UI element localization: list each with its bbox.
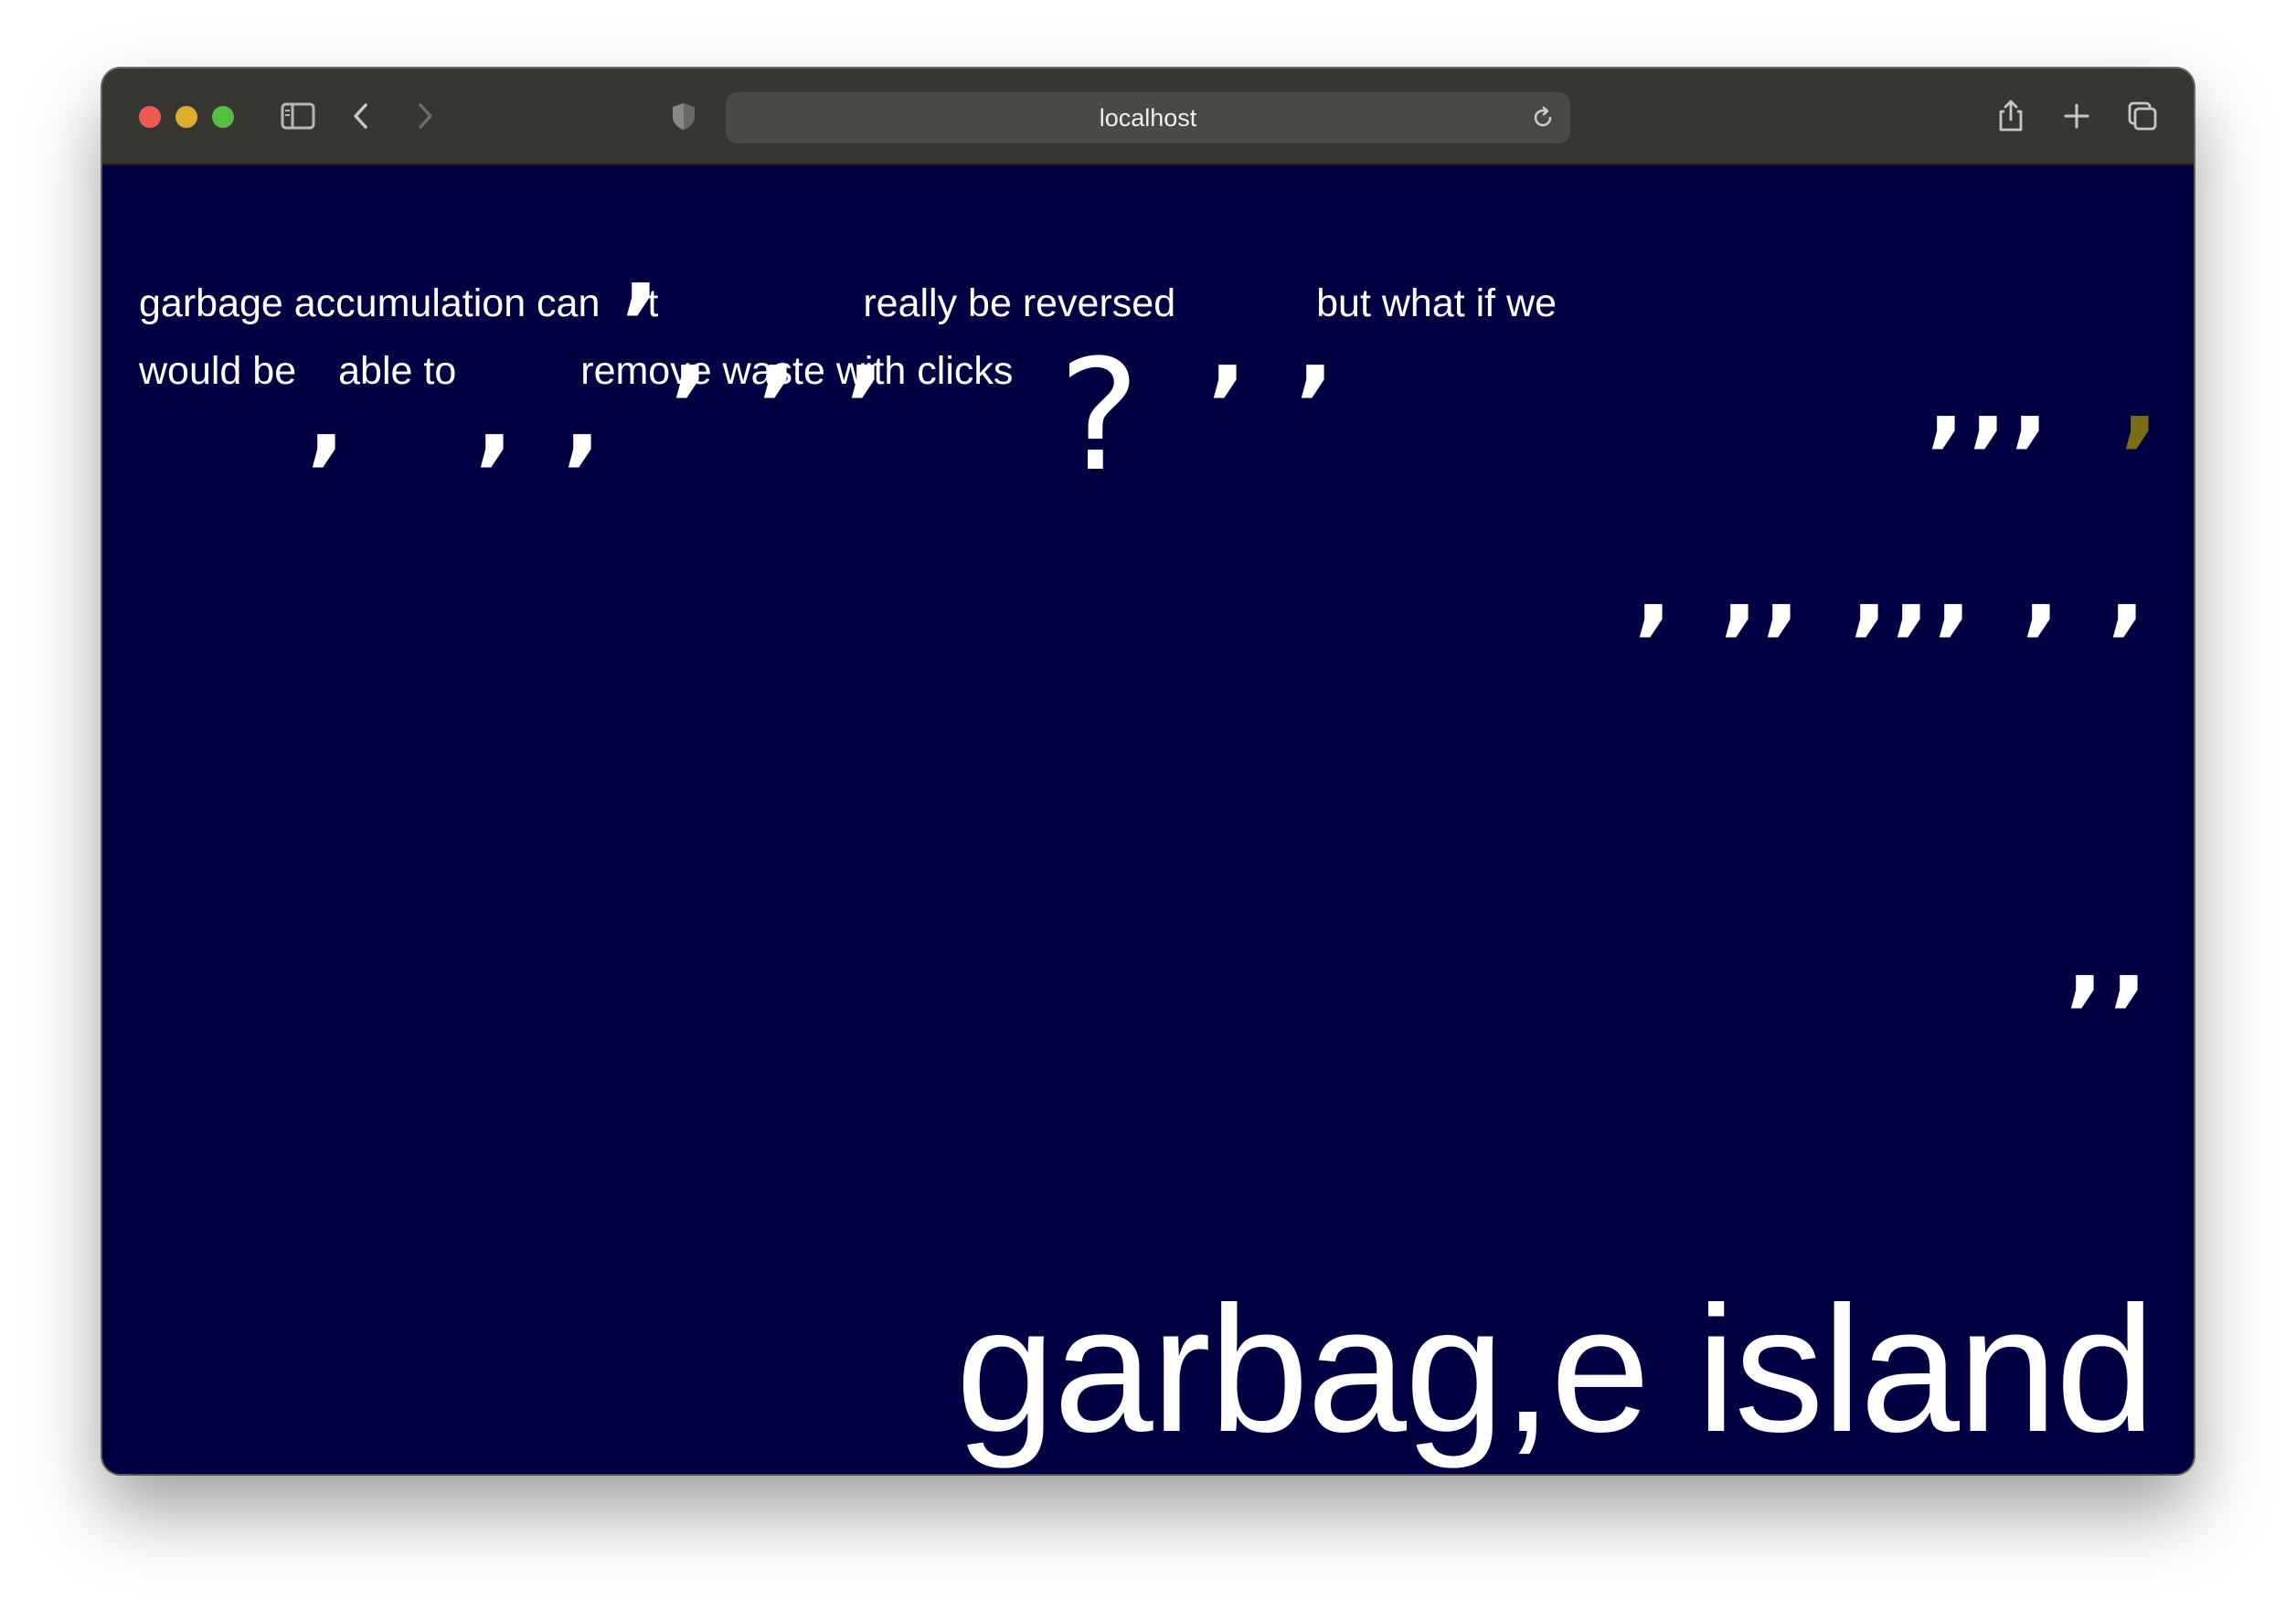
- comma-waste[interactable]: ,: [1208, 299, 1247, 399]
- tabs-overview-icon[interactable]: [2122, 96, 2163, 136]
- chevron-right-icon[interactable]: [404, 96, 444, 136]
- comma-waste[interactable]: ,: [2022, 538, 2060, 639]
- paragraph-line-2: would be able to remove waste with clicks: [139, 337, 1748, 405]
- intro-paragraph: garbage accumulation can t really be rever…: [139, 270, 1748, 405]
- comma-waste[interactable]: ,: [1720, 538, 1759, 639]
- close-window-button[interactable]: [139, 106, 161, 128]
- comma-waste[interactable]: ,: [1762, 538, 1801, 639]
- comma-waste[interactable]: ,: [1296, 299, 1334, 399]
- url-text: localhost: [1099, 104, 1197, 132]
- question-mark: ?: [1058, 326, 1141, 505]
- text-fragment: really be reversed: [863, 281, 1176, 325]
- text-fragment: but what if we: [1316, 281, 1557, 325]
- comma-waste[interactable]: ,: [1892, 538, 1930, 639]
- chevron-left-icon[interactable]: [342, 96, 382, 136]
- comma-waste[interactable]: ,: [307, 368, 345, 469]
- text-fragment: garbage accumulation can: [139, 281, 601, 325]
- shield-icon[interactable]: [664, 96, 704, 136]
- text-fragment: remove waste with clicks: [580, 349, 1014, 393]
- zoom-window-button[interactable]: [212, 106, 234, 128]
- browser-window: localhost garbage accumulation can t reall…: [102, 69, 2194, 1474]
- desktop: localhost garbage accumulation can t reall…: [0, 0, 2296, 1610]
- sidebar-icon[interactable]: [278, 96, 318, 136]
- comma-waste[interactable]: ,: [1927, 350, 1965, 450]
- share-icon[interactable]: [1991, 96, 2031, 136]
- text-fragment: would be: [139, 349, 297, 393]
- page-content: garbage accumulation can t really be rever…: [102, 165, 2194, 1474]
- comma-waste[interactable]: ,: [846, 299, 885, 399]
- comma-waste[interactable]: ,: [1850, 538, 1888, 639]
- browser-toolbar: localhost: [102, 69, 2194, 165]
- page-title: garbag,e island: [955, 1269, 2155, 1469]
- comma-waste[interactable]: ,: [2110, 909, 2148, 1010]
- plus-icon[interactable]: [2057, 96, 2097, 136]
- comma-waste[interactable]: ,: [1634, 538, 1673, 639]
- comma-waste-highlighted[interactable]: ,: [2121, 350, 2159, 450]
- comma-waste[interactable]: ,: [2011, 350, 2049, 450]
- comma-waste[interactable]: ,: [475, 368, 514, 469]
- comma-waste[interactable]: ,: [563, 368, 601, 469]
- comma-waste[interactable]: ,: [1934, 538, 1972, 639]
- text-fragment: able to: [338, 349, 457, 393]
- comma-waste[interactable]: ,: [759, 299, 797, 399]
- comma-waste[interactable]: ,: [671, 299, 709, 399]
- paragraph-line-1: garbage accumulation can t really be rever…: [139, 270, 1748, 337]
- reload-icon[interactable]: [1528, 103, 1557, 132]
- comma-waste[interactable]: ,: [1969, 350, 2007, 450]
- address-bar[interactable]: localhost: [726, 92, 1570, 143]
- comma-waste[interactable]: ,: [622, 217, 660, 317]
- comma-waste[interactable]: ,: [2066, 909, 2104, 1010]
- minimize-window-button[interactable]: [175, 106, 197, 128]
- comma-waste[interactable]: ,: [2108, 538, 2146, 639]
